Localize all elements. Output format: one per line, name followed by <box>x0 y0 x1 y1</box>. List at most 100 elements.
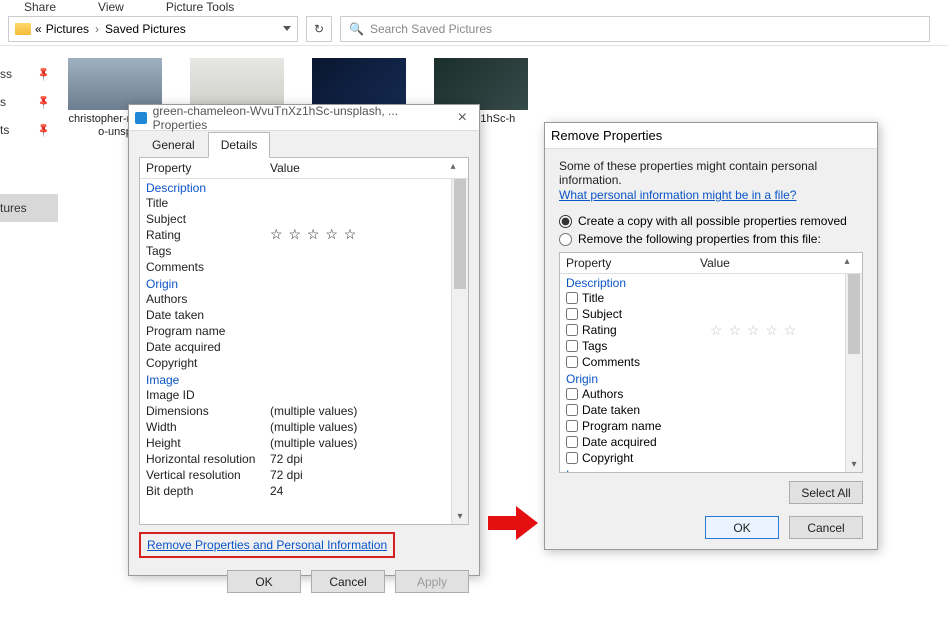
refresh-button[interactable]: ↻ <box>306 16 332 42</box>
scrollbar-handle[interactable] <box>848 274 860 354</box>
chk-program-name-label: Program name <box>582 419 661 433</box>
scroll-up-icon[interactable]: ▴ <box>444 161 462 175</box>
annotation-arrow <box>488 508 538 538</box>
select-all-button[interactable]: Select All <box>789 481 863 504</box>
chk-copyright-label: Copyright <box>582 451 633 465</box>
tab-details[interactable]: Details <box>208 132 271 158</box>
val-bit-depth: 24 <box>270 484 449 498</box>
section-origin: Origin <box>146 277 449 291</box>
ok-button[interactable]: OK <box>705 516 779 539</box>
prop-comments: Comments <box>146 260 270 274</box>
scroll-up-icon[interactable]: ▴ <box>838 256 856 270</box>
search-placeholder: Search Saved Pictures <box>370 22 492 36</box>
ribbon-tab-picture-tools[interactable]: Picture Tools <box>166 0 234 12</box>
chk-date-acquired[interactable] <box>566 436 578 448</box>
vertical-scrollbar[interactable]: ▾ <box>451 179 468 524</box>
dialog-title: Remove Properties <box>551 128 662 143</box>
prop-date-taken: Date taken <box>146 308 270 322</box>
pin-icon: 📌 <box>35 122 52 139</box>
chk-rating-label: Rating <box>582 323 706 337</box>
nav-item[interactable]: ss 📌 <box>0 60 58 88</box>
properties-dialog: green-chameleon-WvuTnXz1hSc-unsplash, ..… <box>128 104 480 576</box>
close-button[interactable]: × <box>452 109 473 127</box>
nav-item[interactable]: ts 📌 <box>0 116 58 144</box>
column-value[interactable]: Value <box>700 256 838 270</box>
ok-button[interactable]: OK <box>227 570 301 593</box>
chk-date-acquired-label: Date acquired <box>582 435 657 449</box>
chevron-down-icon[interactable] <box>283 26 291 31</box>
prop-date-acquired: Date acquired <box>146 340 270 354</box>
remove-properties-link[interactable]: Remove Properties and Personal Informati… <box>147 538 387 552</box>
prop-dimensions: Dimensions <box>146 404 270 418</box>
scroll-down-icon[interactable]: ▾ <box>846 459 862 470</box>
chk-date-taken[interactable] <box>566 404 578 416</box>
search-input[interactable]: 🔍 Search Saved Pictures <box>340 16 930 42</box>
remove-link-highlight: Remove Properties and Personal Informati… <box>139 532 395 558</box>
ribbon-tab-share[interactable]: Share <box>24 0 56 12</box>
prop-rating: Rating <box>146 228 270 242</box>
thumbnail-image <box>190 58 284 110</box>
chk-subject-label: Subject <box>582 307 622 321</box>
radio-remove-selected-input[interactable] <box>559 233 572 246</box>
cancel-button[interactable]: Cancel <box>789 516 863 539</box>
chk-copyright[interactable] <box>566 452 578 464</box>
radio-remove-selected-label: Remove the following properties from thi… <box>578 232 821 246</box>
column-header-row: Property Value ▴ <box>140 158 468 179</box>
prop-height: Height <box>146 436 270 450</box>
section-description: Description <box>566 276 843 290</box>
chk-tags[interactable] <box>566 340 578 352</box>
nav-item[interactable]: s 📌 <box>0 88 58 116</box>
nav-item-label: ss <box>0 67 12 81</box>
prop-width: Width <box>146 420 270 434</box>
chevron-right-icon: › <box>95 22 99 36</box>
apply-button[interactable]: Apply <box>395 570 469 593</box>
radio-create-copy-input[interactable] <box>559 215 572 228</box>
column-value[interactable]: Value <box>270 161 444 175</box>
tab-general[interactable]: General <box>139 132 208 158</box>
chk-subject[interactable] <box>566 308 578 320</box>
prop-copyright: Copyright <box>146 356 270 370</box>
section-image: Image <box>566 468 843 472</box>
rating-stars[interactable]: ☆ ☆ ☆ ☆ ☆ <box>270 228 449 242</box>
prop-bit-depth: Bit depth <box>146 484 270 498</box>
section-origin: Origin <box>566 372 843 386</box>
prop-image-id: Image ID <box>146 388 270 402</box>
nav-pane: ss 📌 s 📌 ts 📌 tures <box>0 60 58 222</box>
breadcrumb-seg-pictures[interactable]: Pictures <box>46 22 89 36</box>
ribbon-tab-view[interactable]: View <box>98 0 124 12</box>
properties-icon <box>135 112 147 124</box>
dialog-button-row: OK Cancel Apply <box>129 562 479 603</box>
search-icon: 🔍 <box>349 22 364 36</box>
cancel-button[interactable]: Cancel <box>311 570 385 593</box>
remove-properties-dialog: Remove Properties Some of these properti… <box>544 122 878 550</box>
val-hres: 72 dpi <box>270 452 449 466</box>
chk-title[interactable] <box>566 292 578 304</box>
chk-authors-label: Authors <box>582 387 623 401</box>
chk-rating[interactable] <box>566 324 578 336</box>
val-vres: 72 dpi <box>270 468 449 482</box>
radio-remove-selected[interactable]: Remove the following properties from thi… <box>559 232 863 246</box>
section-description: Description <box>146 181 449 195</box>
vertical-scrollbar[interactable]: ▾ <box>845 274 862 472</box>
nav-item-label: s <box>0 95 6 109</box>
details-sheet: Property Value ▴ ▾ Description Title Sub… <box>139 157 469 525</box>
prop-program-name: Program name <box>146 324 270 338</box>
chk-authors[interactable] <box>566 388 578 400</box>
scroll-down-icon[interactable]: ▾ <box>452 511 468 522</box>
dialog-titlebar[interactable]: green-chameleon-WvuTnXz1hSc-unsplash, ..… <box>129 105 479 131</box>
chk-program-name[interactable] <box>566 420 578 432</box>
column-property[interactable]: Property <box>146 161 270 175</box>
rating-stars: ☆ ☆ ☆ ☆ ☆ <box>710 324 797 336</box>
column-property[interactable]: Property <box>566 256 700 270</box>
scrollbar-handle[interactable] <box>454 179 466 289</box>
dialog-titlebar[interactable]: Remove Properties <box>545 123 877 149</box>
radio-create-copy[interactable]: Create a copy with all possible properti… <box>559 214 863 228</box>
dialog-button-row: OK Cancel <box>559 516 863 539</box>
breadcrumb[interactable]: « Pictures › Saved Pictures <box>8 16 298 42</box>
nav-item-selected[interactable]: tures <box>0 194 58 222</box>
thumbnail-image <box>68 58 162 110</box>
breadcrumb-seg-saved[interactable]: Saved Pictures <box>105 22 186 36</box>
chk-comments[interactable] <box>566 356 578 368</box>
prop-title: Title <box>146 196 270 210</box>
info-link[interactable]: What personal information might be in a … <box>559 188 863 202</box>
